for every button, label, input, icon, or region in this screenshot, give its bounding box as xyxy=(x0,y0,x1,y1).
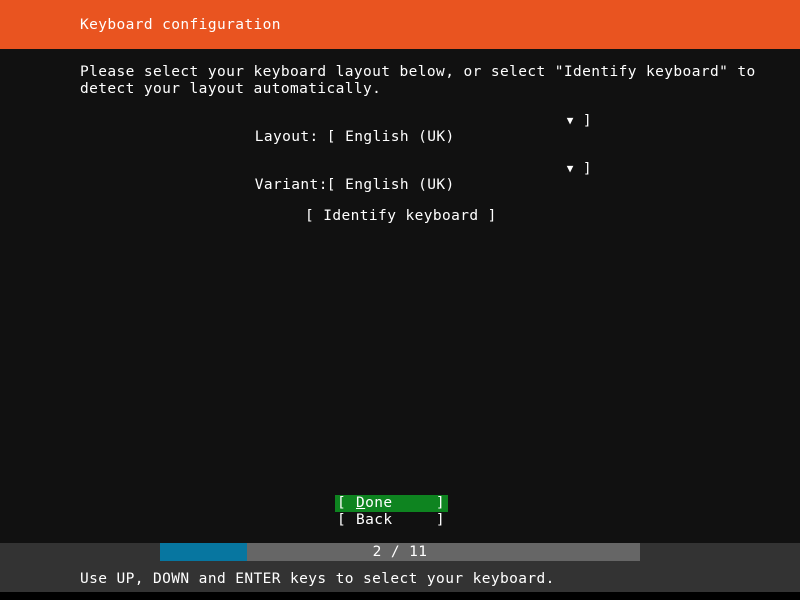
intro-line-1: Please select your keyboard layout below… xyxy=(80,64,756,80)
intro-line-2: detect your layout automatically. xyxy=(80,81,382,97)
keyboard-hint-text: Use UP, DOWN and ENTER keys to select yo… xyxy=(80,571,555,587)
identify-open-bracket: [ xyxy=(305,208,315,224)
done-label-rest: one xyxy=(365,495,393,511)
layout-close-bracket: ] xyxy=(582,113,592,129)
variant-close-bracket: ] xyxy=(582,161,592,177)
layout-field-tail: ▼ ] xyxy=(567,112,592,130)
header-bar: Keyboard configuration xyxy=(0,0,800,49)
chevron-down-icon[interactable]: ▼ xyxy=(567,114,574,127)
done-label: Done xyxy=(356,495,393,512)
variant-select-row[interactable]: Variant:[ English (UK) ▼ ] xyxy=(200,160,592,193)
layout-open-bracket: [ xyxy=(326,129,336,145)
variant-field-tail: ▼ ] xyxy=(567,160,592,178)
back-button[interactable]: [ Back ] xyxy=(335,512,448,529)
back-close-bracket: ] xyxy=(435,512,445,528)
layout-value: English (UK) xyxy=(345,129,455,145)
main-content: Please select your keyboard layout below… xyxy=(0,49,800,543)
layout-select-row[interactable]: Layout: [ English (UK) ▼ ] xyxy=(200,112,592,145)
done-button[interactable]: [ Done ] xyxy=(335,495,448,512)
back-label: Back xyxy=(356,512,393,528)
variant-open-bracket: [ xyxy=(326,177,336,193)
progress-bar: 2 / 11 xyxy=(160,543,640,561)
page-title: Keyboard configuration xyxy=(80,17,281,33)
layout-label: Layout: xyxy=(254,129,319,145)
variant-label: Variant: xyxy=(254,177,328,193)
action-button-group: [ Done ] [ Back ] xyxy=(335,495,448,529)
variant-value: English (UK) xyxy=(345,177,455,193)
installer-screen: Keyboard configuration Please select you… xyxy=(0,0,800,600)
identify-label: Identify keyboard xyxy=(323,208,479,224)
done-close-bracket: ] xyxy=(435,495,445,511)
back-open-bracket: [ xyxy=(337,512,347,528)
footer-bar: 2 / 11 Use UP, DOWN and ENTER keys to se… xyxy=(0,543,800,592)
chevron-down-icon[interactable]: ▼ xyxy=(567,162,574,175)
done-open-bracket: [ xyxy=(337,495,347,511)
identify-close-bracket: ] xyxy=(487,208,497,224)
identify-keyboard-button[interactable]: [ Identify keyboard ] xyxy=(305,208,497,225)
intro-text: Please select your keyboard layout below… xyxy=(80,64,756,98)
bottom-strip xyxy=(0,592,800,600)
progress-bar-label: 2 / 11 xyxy=(372,544,428,560)
done-mnemonic: D xyxy=(356,495,366,511)
